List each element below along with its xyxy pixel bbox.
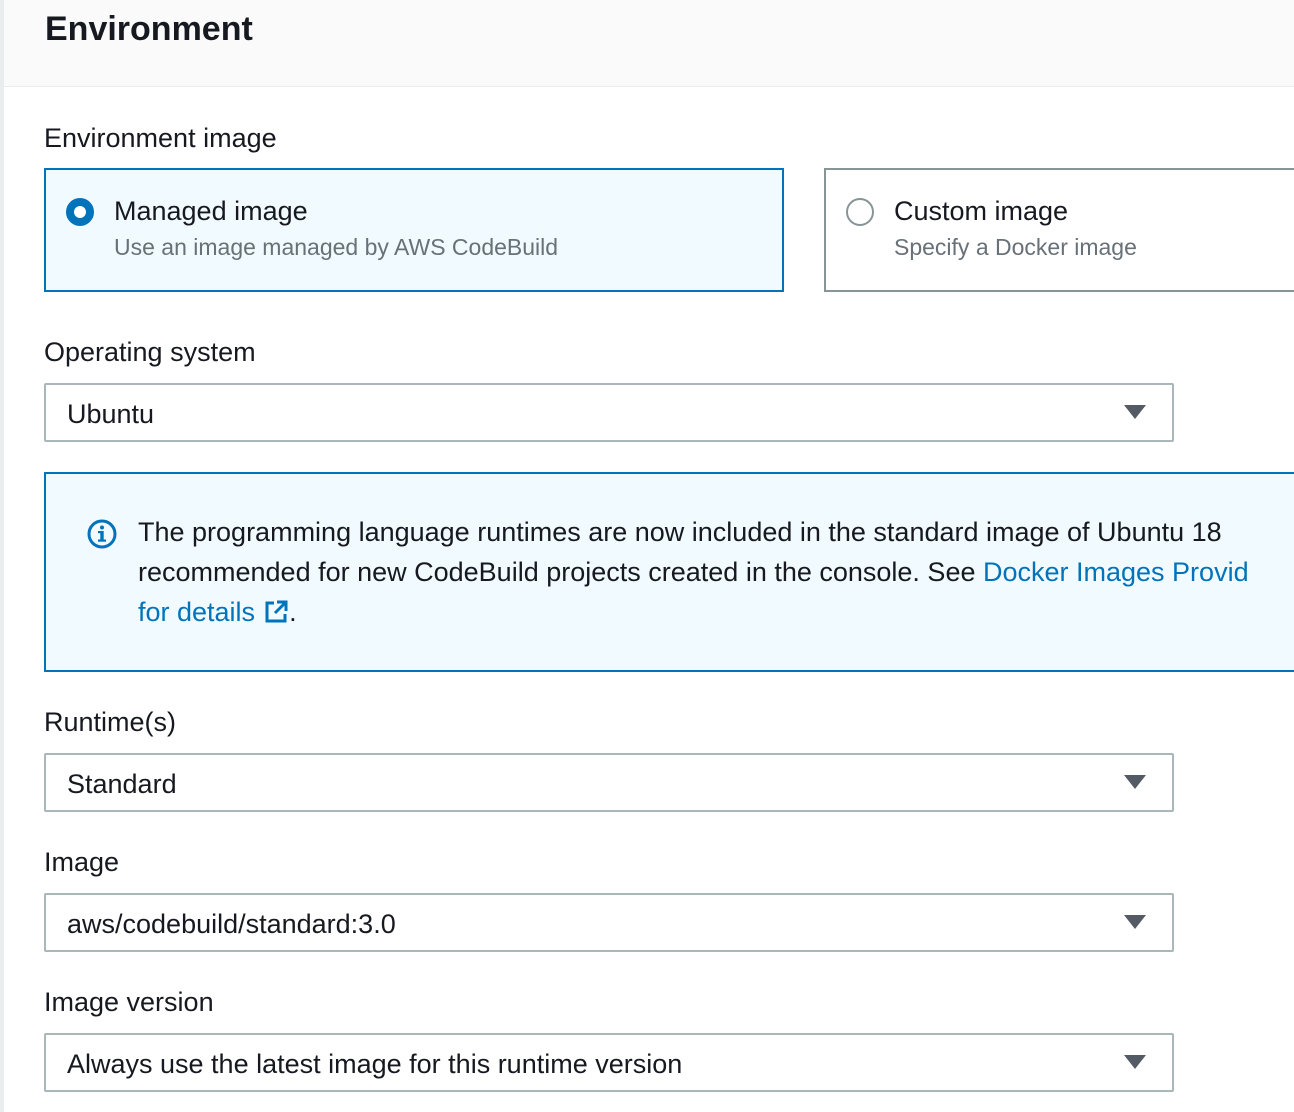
managed-image-description: Use an image managed by AWS CodeBuild <box>114 234 559 260</box>
info-alert: The programming language runtimes are no… <box>44 472 1294 672</box>
image-version-label: Image version <box>44 987 214 1017</box>
image-select[interactable]: aws/codebuild/standard:3.0 <box>44 893 1174 952</box>
caret-down-icon <box>1124 405 1146 419</box>
section-title: Environment <box>45 10 253 48</box>
for-details-link[interactable]: for details <box>138 597 289 627</box>
operating-system-label: Operating system <box>44 337 256 367</box>
info-icon <box>87 519 117 549</box>
info-alert-text: The programming language runtimes are no… <box>138 512 1294 632</box>
info-alert-line-2: recommended for new CodeBuild projects c… <box>138 552 1294 592</box>
for-details-link-text: for details <box>138 597 256 627</box>
custom-image-title: Custom image <box>894 196 1069 226</box>
operating-system-select[interactable]: Ubuntu <box>44 383 1174 442</box>
info-alert-line-3: for details . <box>138 592 1294 632</box>
image-version-value: Always use the latest image for this run… <box>67 1049 683 1079</box>
caret-down-icon <box>1124 1055 1146 1069</box>
section-header: Environment <box>4 0 1294 87</box>
environment-image-label: Environment image <box>44 123 277 153</box>
external-link-icon <box>265 600 288 623</box>
custom-image-radio[interactable] <box>846 198 874 226</box>
image-label: Image <box>44 847 120 877</box>
image-value: aws/codebuild/standard:3.0 <box>67 909 396 939</box>
runtimes-value: Standard <box>67 769 177 799</box>
runtimes-label: Runtime(s) <box>44 707 177 737</box>
custom-image-description: Specify a Docker image <box>894 234 1137 260</box>
docker-images-link[interactable]: Docker Images Provid <box>983 557 1249 587</box>
image-version-select[interactable]: Always use the latest image for this run… <box>44 1033 1174 1092</box>
left-border <box>0 0 4 1112</box>
caret-down-icon <box>1124 775 1146 789</box>
runtimes-select[interactable]: Standard <box>44 753 1174 812</box>
custom-image-tile[interactable]: Custom image Specify a Docker image <box>824 168 1294 292</box>
managed-image-tile[interactable]: Managed image Use an image managed by AW… <box>44 168 784 292</box>
caret-down-icon <box>1124 915 1146 929</box>
info-alert-line-2-text: recommended for new CodeBuild projects c… <box>138 557 983 587</box>
info-alert-line-1: The programming language runtimes are no… <box>138 517 1222 547</box>
managed-image-radio[interactable] <box>66 198 94 226</box>
info-alert-line-3-tail: . <box>289 597 297 627</box>
operating-system-value: Ubuntu <box>67 399 155 429</box>
managed-image-title: Managed image <box>114 196 308 226</box>
